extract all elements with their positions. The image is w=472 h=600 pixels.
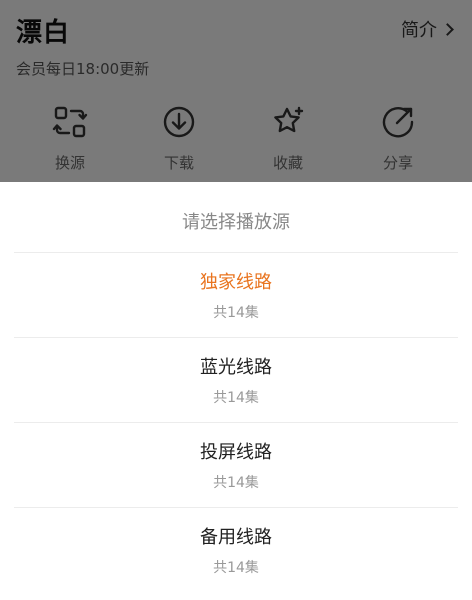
source-option-bluray[interactable]: 蓝光线路 共14集 [14, 337, 458, 422]
episode-count: 共14集 [213, 475, 259, 491]
dim-overlay[interactable] [0, 0, 472, 182]
source-option-backup[interactable]: 备用线路 共14集 [14, 507, 458, 592]
source-option-name: 独家线路 [200, 272, 272, 293]
sheet-title: 请选择播放源 [182, 212, 290, 233]
source-option-name: 备用线路 [200, 527, 272, 548]
source-option-name: 投屏线路 [200, 442, 272, 463]
episode-count: 共14集 [213, 390, 259, 406]
source-option-cast[interactable]: 投屏线路 共14集 [14, 422, 458, 507]
source-options: 独家线路 共14集 蓝光线路 共14集 投屏线路 共14集 备用线路 共14集 [14, 252, 458, 592]
source-option-exclusive[interactable]: 独家线路 共14集 [14, 252, 458, 337]
source-option-name: 蓝光线路 [200, 357, 272, 378]
source-picker-sheet: 请选择播放源 独家线路 共14集 蓝光线路 共14集 投屏线路 共14集 备用线… [0, 182, 472, 600]
episode-count: 共14集 [213, 560, 259, 576]
episode-count: 共14集 [213, 305, 259, 321]
